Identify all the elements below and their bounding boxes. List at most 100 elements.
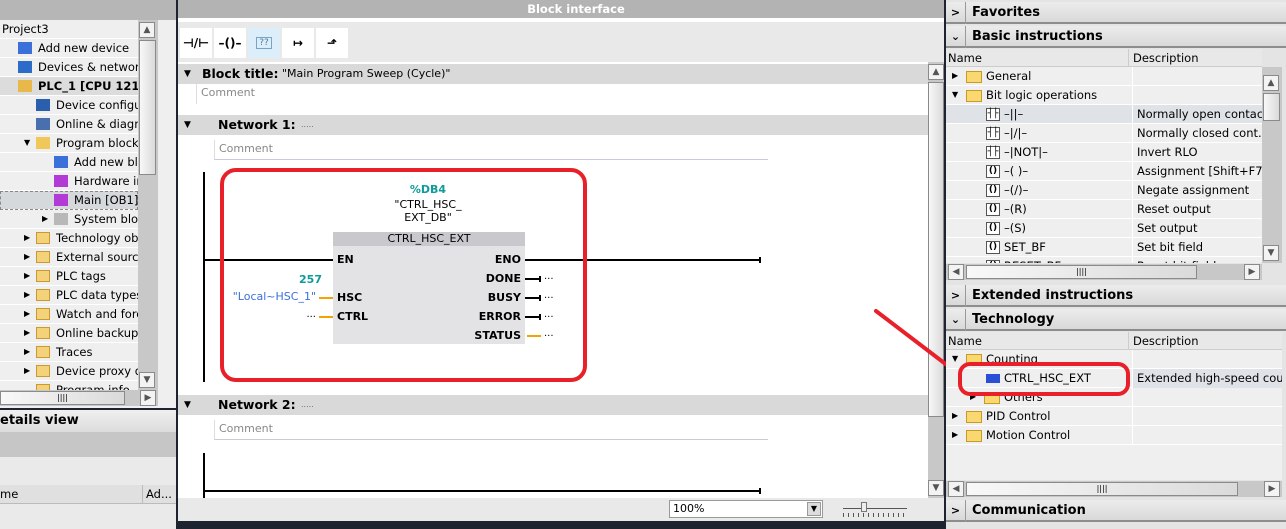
basic-horizontal-scrollbar[interactable]: ◀ |||| ▶ bbox=[946, 264, 1262, 280]
expand-closed-icon[interactable]: ▶ bbox=[24, 305, 30, 323]
expand-open-icon[interactable]: ▼ bbox=[24, 134, 30, 152]
instruction-row[interactable]: () –( )– Assignment [Shift+F7] bbox=[946, 162, 1262, 181]
column-description[interactable]: Description bbox=[1128, 332, 1199, 350]
open-branch-icon[interactable]: ↦ bbox=[282, 28, 314, 58]
scroll-up-icon[interactable]: ▲ bbox=[928, 64, 944, 80]
chevron-down-icon[interactable]: ⌄ bbox=[946, 26, 966, 48]
scroll-left-icon[interactable]: ◀ bbox=[948, 264, 964, 280]
tree-item[interactable]: Project3 bbox=[0, 20, 138, 39]
column-description[interactable]: Description bbox=[1128, 49, 1199, 67]
expand-closed-icon[interactable]: ▶ bbox=[24, 324, 30, 342]
chevron-down-icon[interactable]: ⌄ bbox=[946, 309, 966, 331]
expand-closed-icon[interactable]: ▶ bbox=[952, 67, 958, 85]
basic-instructions-pane[interactable]: ⌄ Basic instructions bbox=[946, 26, 1286, 48]
expand-closed-icon[interactable]: ▶ bbox=[24, 343, 30, 361]
h-scroll-thumb[interactable]: |||| bbox=[966, 482, 1238, 496]
h-scroll-thumb[interactable]: |||| bbox=[966, 265, 1197, 279]
block-interface-header[interactable]: Block interface bbox=[178, 0, 944, 18]
expand-open-icon[interactable]: ▼ bbox=[952, 350, 958, 368]
basic-vertical-scrollbar[interactable]: ▲ ▼ bbox=[1262, 67, 1282, 263]
tree-item[interactable]: Device configura... bbox=[0, 96, 138, 115]
scroll-down-icon[interactable]: ▼ bbox=[1263, 245, 1279, 261]
instruction-row[interactable]: ┤├ –|NOT|– Invert RLO bbox=[946, 143, 1262, 162]
network-2-comment[interactable]: Comment bbox=[214, 420, 768, 440]
expand-closed-icon[interactable]: ▶ bbox=[24, 248, 30, 266]
column-name[interactable]: Name bbox=[948, 49, 982, 67]
tree-item[interactable]: ▼ Program blocks bbox=[0, 134, 138, 153]
tree-item[interactable]: Main [OB1] bbox=[0, 191, 138, 210]
network-2-title[interactable]: ..... bbox=[301, 395, 314, 415]
tree-item[interactable]: ▶ Technology obje... bbox=[0, 229, 138, 248]
column-name[interactable]: me bbox=[0, 485, 18, 504]
column-address[interactable]: Ad... bbox=[142, 485, 172, 504]
instruction-row[interactable]: ▼ Bit logic operations bbox=[946, 86, 1262, 105]
collapse-icon[interactable]: ▼ bbox=[184, 64, 191, 84]
scroll-thumb[interactable] bbox=[139, 40, 156, 175]
collapse-icon[interactable]: ▼ bbox=[184, 115, 191, 135]
coil-icon[interactable]: –()– bbox=[214, 28, 246, 58]
instruction-row[interactable]: ┤├ –|/|– Normally closed cont... bbox=[946, 124, 1262, 143]
chevron-right-icon[interactable]: > bbox=[946, 500, 966, 522]
tree-item[interactable]: ▶ PLC data types bbox=[0, 286, 138, 305]
zoom-slider[interactable] bbox=[843, 508, 907, 509]
zoom-select[interactable]: 100% ▼ bbox=[669, 500, 823, 518]
instruction-row[interactable]: () SET_BF Set bit field bbox=[946, 238, 1262, 257]
chevron-right-icon[interactable]: > bbox=[946, 285, 966, 307]
scroll-down-icon[interactable]: ▼ bbox=[928, 480, 944, 496]
tree-item[interactable]: ▶ PLC tags bbox=[0, 267, 138, 286]
network-1-title[interactable]: ..... bbox=[301, 115, 314, 135]
network-1-comment[interactable]: Comment bbox=[214, 140, 768, 160]
block-title-value[interactable]: "Main Program Sweep (Cycle)" bbox=[282, 64, 450, 84]
scroll-right-icon[interactable]: ▶ bbox=[1244, 264, 1260, 280]
technology-pane[interactable]: ⌄ Technology bbox=[946, 309, 1286, 331]
collapse-icon[interactable]: ▼ bbox=[184, 395, 191, 415]
tree-item[interactable]: ▶ System blocks bbox=[0, 210, 138, 229]
chevron-down-icon[interactable]: ▼ bbox=[807, 502, 821, 516]
expand-closed-icon[interactable]: ▶ bbox=[24, 229, 30, 247]
tree-item[interactable]: ▶ Traces bbox=[0, 343, 138, 362]
expand-closed-icon[interactable]: ▶ bbox=[24, 286, 30, 304]
tree-item[interactable]: Devices & networks bbox=[0, 58, 138, 77]
expand-closed-icon[interactable]: ▶ bbox=[952, 407, 958, 425]
scroll-right-icon[interactable]: ▶ bbox=[140, 390, 156, 406]
instruction-row[interactable]: () –(R) Reset output bbox=[946, 200, 1262, 219]
scroll-down-icon[interactable]: ▼ bbox=[139, 372, 155, 388]
tree-item[interactable]: Online & diagno... bbox=[0, 115, 138, 134]
tree-item[interactable]: ▶ Device proxy data bbox=[0, 362, 138, 381]
instruction-row[interactable]: ▶ General bbox=[946, 67, 1262, 86]
zoom-slider-handle[interactable] bbox=[861, 502, 867, 512]
chevron-right-icon[interactable]: > bbox=[946, 2, 966, 24]
editor-vertical-scrollbar[interactable]: ▲ ▼ bbox=[928, 62, 944, 498]
expand-closed-icon[interactable]: ▶ bbox=[952, 426, 958, 444]
scroll-up-icon[interactable]: ▲ bbox=[139, 22, 155, 38]
h-scroll-thumb[interactable]: |||| bbox=[0, 391, 125, 405]
instruction-row[interactable]: () –(/)– Negate assignment bbox=[946, 181, 1262, 200]
empty-box-icon[interactable]: ?? bbox=[248, 28, 280, 58]
instruction-row[interactable]: ┤├ –||– Normally open contac... bbox=[946, 105, 1262, 124]
tree-vertical-scrollbar[interactable]: ▲ ▼ bbox=[138, 20, 158, 390]
scroll-left-icon[interactable]: ◀ bbox=[948, 481, 964, 497]
close-branch-icon[interactable]: ⬏ bbox=[316, 28, 348, 58]
tree-item[interactable]: Add new block bbox=[0, 153, 138, 172]
tree-horizontal-scrollbar[interactable]: |||| ▶ bbox=[0, 390, 158, 406]
instruction-row[interactable]: ▶ Motion Control bbox=[946, 426, 1282, 445]
tree-item[interactable]: Add new device bbox=[0, 39, 138, 58]
tree-item[interactable]: Hardware int... bbox=[0, 172, 138, 191]
tree-item[interactable]: PLC_1 [CPU 1212C ... bbox=[0, 77, 138, 96]
tree-item[interactable]: ▶ Watch and force ... bbox=[0, 305, 138, 324]
expand-closed-icon[interactable]: ▶ bbox=[42, 210, 48, 228]
normally-closed-contact-icon[interactable]: ⊣/⊢ bbox=[180, 28, 212, 58]
communication-pane[interactable]: > Communication bbox=[946, 500, 1286, 522]
tree-item[interactable]: ▶ External source fi... bbox=[0, 248, 138, 267]
favorites-pane[interactable]: > Favorites bbox=[946, 2, 1286, 24]
instruction-row[interactable]: ▶ PID Control bbox=[946, 407, 1282, 426]
scroll-thumb[interactable] bbox=[1263, 93, 1280, 121]
tree-item[interactable]: Program info bbox=[0, 381, 138, 390]
tree-item[interactable]: ▶ Online backups bbox=[0, 324, 138, 343]
expand-closed-icon[interactable]: ▶ bbox=[24, 267, 30, 285]
block-comment[interactable]: Comment bbox=[196, 84, 926, 104]
instruction-row[interactable]: () RESET_BF Reset bit field bbox=[946, 257, 1262, 263]
column-name[interactable]: Name bbox=[948, 332, 982, 350]
extended-instructions-pane[interactable]: > Extended instructions bbox=[946, 285, 1286, 307]
expand-closed-icon[interactable]: ▶ bbox=[24, 362, 30, 380]
